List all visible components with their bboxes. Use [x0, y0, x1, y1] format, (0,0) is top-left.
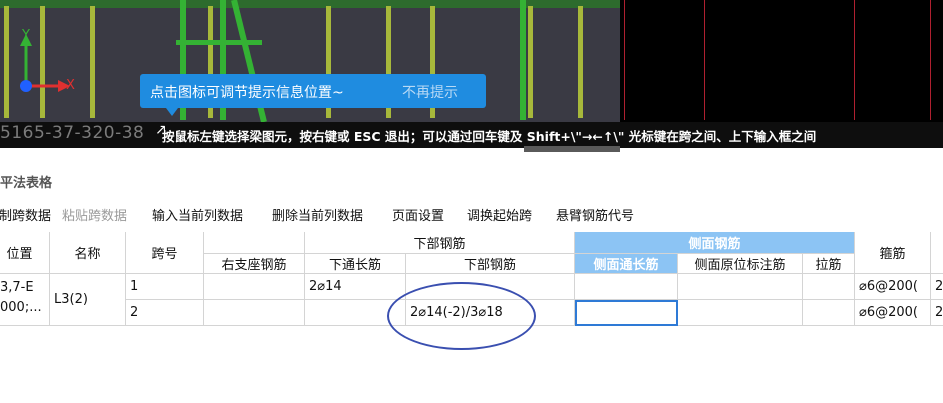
cell-span-2[interactable]: 2	[126, 300, 204, 326]
highlight-circle-annotation	[387, 282, 536, 350]
header-bottom-rebar: 下部钢筋	[406, 254, 575, 274]
grid-line	[704, 0, 705, 120]
cell-tie-1[interactable]	[803, 274, 855, 300]
header-side-through: 侧面通长筋	[575, 254, 678, 274]
grid-line	[854, 0, 855, 120]
coordinate-readout: 5165-37-320-38	[0, 123, 145, 143]
header-extra	[931, 232, 943, 274]
beam-line	[90, 6, 95, 118]
header-blank	[204, 232, 305, 254]
tip-dismiss-button[interactable]: 不再提示	[402, 82, 458, 102]
header-position: 位置	[0, 232, 50, 274]
header-tie: 拉筋	[803, 254, 855, 274]
cell-stirrup-2[interactable]: ⌀6@200(	[855, 300, 931, 326]
cell-side-through-2[interactable]	[575, 300, 678, 326]
page-setup-button[interactable]: 页面设置	[392, 205, 444, 224]
cell-tie-2[interactable]	[803, 300, 855, 326]
delete-column-data-button[interactable]: 删除当前列数据	[272, 205, 363, 224]
header-side-group: 侧面钢筋	[575, 232, 855, 254]
cell-position[interactable]: 3,7-E 000;...	[0, 274, 50, 326]
cell-extra-1[interactable]: 2	[931, 274, 943, 300]
header-span-no: 跨号	[126, 232, 204, 274]
axis-y-label: Y	[22, 28, 30, 43]
cell-right-support-2[interactable]	[204, 300, 305, 326]
cell-stirrup-1[interactable]: ⌀6@200(	[855, 274, 931, 300]
grid-line	[930, 0, 931, 120]
cell-bottom-through-1[interactable]: 2⌀14	[305, 274, 406, 300]
instruction-text: 按鼠标左键选择梁图元，按右键或 ESC 退出；可以通过回车键及 Shift+\"…	[162, 129, 817, 144]
axis-x-label: X	[66, 78, 75, 93]
green-beam	[520, 0, 526, 120]
paste-span-data-button[interactable]: 粘贴跨数据	[62, 205, 127, 224]
header-right-support: 右支座钢筋	[204, 254, 305, 274]
cell-side-in-situ-2[interactable]	[678, 300, 803, 326]
copy-span-data-button[interactable]: 复制跨数据	[0, 205, 51, 224]
cell-right-support-1[interactable]	[204, 274, 305, 300]
tip-popup: 点击图标可调节提示信息位置~ 不再提示	[140, 74, 486, 116]
position-line-2: 000;...	[0, 300, 42, 315]
position-line-1: 3,7-E	[0, 280, 34, 295]
header-side-in-situ: 侧面原位标注筋	[678, 254, 803, 274]
cell-name[interactable]: L3(2)	[50, 274, 126, 326]
input-column-data-button[interactable]: 输入当前列数据	[152, 205, 243, 224]
tip-arrow	[166, 108, 178, 116]
tip-message[interactable]: 点击图标可调节提示信息位置~	[150, 82, 344, 102]
header-bottom-group: 下部钢筋	[305, 232, 575, 254]
beam-line	[528, 6, 533, 118]
header-stirrup: 箍筋	[855, 232, 931, 274]
cell-extra-2[interactable]: 2	[931, 300, 943, 326]
cell-side-in-situ-1[interactable]	[678, 274, 803, 300]
cad-viewport[interactable]: Y X 5165-37-320-38 ↗ 按鼠标左键选择梁图元，按右键或 ESC…	[0, 0, 943, 148]
panel-title: 平法表格	[0, 176, 53, 191]
beam-line	[4, 6, 9, 118]
swap-start-span-button[interactable]: 调换起始跨	[467, 205, 532, 224]
header-name: 名称	[50, 232, 126, 274]
cell-side-through-1[interactable]	[575, 274, 678, 300]
scrollbar-thumb[interactable]	[524, 146, 620, 152]
cell-span-1[interactable]: 1	[126, 274, 204, 300]
beam-line	[578, 6, 583, 118]
cantilever-code-button[interactable]: 悬臂钢筋代号	[556, 205, 634, 224]
grid-line	[624, 0, 625, 120]
header-bottom-through: 下通长筋	[305, 254, 406, 274]
